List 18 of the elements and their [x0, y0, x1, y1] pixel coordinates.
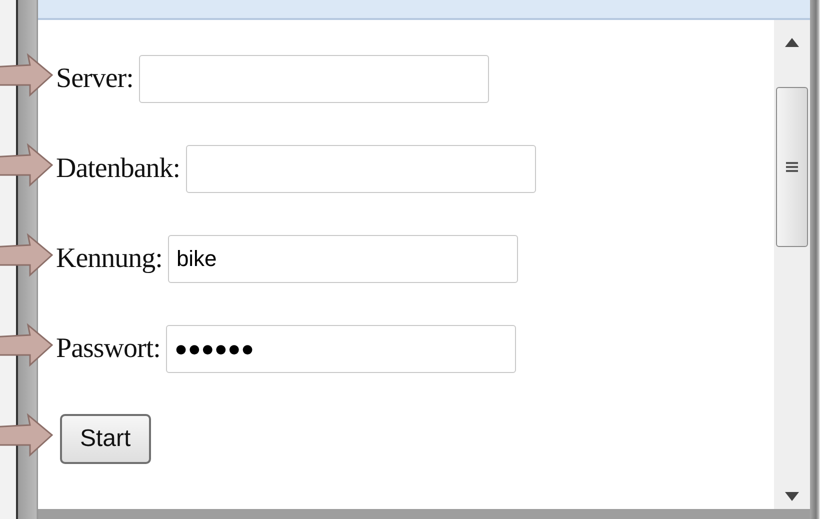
input-field[interactable]: [139, 55, 490, 103]
scrollbar-thumb[interactable]: [776, 87, 808, 247]
input-field[interactable]: ●●●●●●: [166, 325, 516, 373]
scrollbar[interactable]: [774, 20, 810, 509]
callout-arrow: [0, 233, 54, 277]
field-label: Server:: [56, 62, 134, 96]
scroll-up-icon[interactable]: [785, 38, 799, 47]
field-label: Datenbank:: [56, 152, 180, 186]
scroll-down-icon[interactable]: [785, 492, 799, 501]
callout-arrow: [0, 53, 54, 97]
input-field[interactable]: [186, 145, 536, 193]
callout-arrow: [0, 143, 54, 187]
field-label: Kennung:: [56, 242, 162, 276]
field-label: Passwort:: [56, 332, 160, 366]
start-button[interactable]: Start: [60, 414, 151, 464]
callout-arrow: [0, 323, 54, 367]
callout-arrow: [0, 413, 54, 457]
input-field[interactable]: bike: [168, 235, 518, 283]
